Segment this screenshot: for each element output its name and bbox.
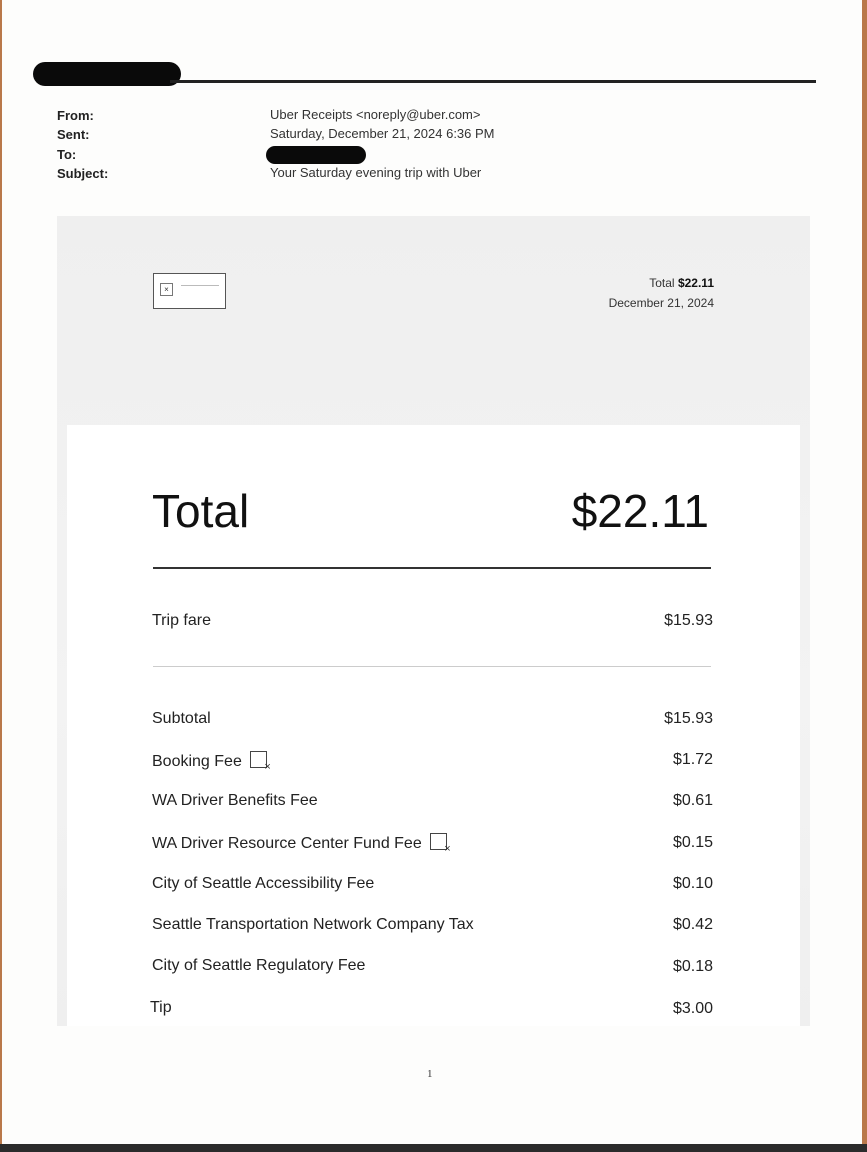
info-icon[interactable] — [429, 833, 451, 855]
page-bottom-edge — [0, 1144, 867, 1152]
banner-date: December 21, 2024 — [608, 296, 714, 310]
line-item-label: Seattle Transportation Network Company T… — [152, 916, 474, 933]
info-icon[interactable] — [249, 751, 271, 773]
line-item-label: City of Seattle Regulatory Fee — [152, 957, 366, 974]
header-rule — [170, 80, 816, 83]
line-item-label: Subtotal — [152, 710, 211, 727]
sent-label: Sent: — [57, 127, 90, 142]
redacted-header-name — [33, 62, 181, 86]
line-item-amount: $15.93 — [664, 710, 713, 727]
total-amount: $22.11 — [571, 485, 709, 537]
line-item-amount: $3.00 — [672, 1000, 713, 1017]
line-item-amount: $1.72 — [672, 751, 713, 768]
fare-divider — [153, 666, 711, 667]
line-item-amount: $0.18 — [672, 958, 713, 975]
line-item-amount: $0.10 — [672, 875, 713, 892]
banner-total: Total $22.11 — [649, 276, 714, 290]
line-item-amount: $0.42 — [672, 916, 713, 933]
trip-fare-label: Trip fare — [152, 612, 211, 629]
line-item-amount: $0.61 — [672, 792, 713, 809]
subject-value: Your Saturday evening trip with Uber — [270, 165, 482, 180]
line-item-label: Booking Fee — [152, 751, 271, 773]
from-label: From: — [57, 108, 94, 123]
line-item-label: WA Driver Benefits Fee — [152, 792, 318, 809]
line-item-amount: $0.15 — [672, 834, 713, 851]
broken-image-x-icon: × — [160, 283, 173, 296]
trip-fare-amount: $15.93 — [664, 612, 713, 629]
line-item-label: Tip — [150, 999, 172, 1016]
redacted-recipient — [266, 146, 366, 164]
subject-label: Subject: — [57, 166, 109, 181]
banner-total-prefix: Total — [649, 276, 675, 290]
to-label: To: — [57, 147, 77, 162]
total-label: Total — [152, 485, 250, 537]
page-number: 1 — [427, 1068, 433, 1080]
line-item-label: City of Seattle Accessibility Fee — [152, 875, 375, 892]
sent-value: Saturday, December 21, 2024 6:36 PM — [270, 126, 495, 141]
line-item-label: WA Driver Resource Center Fund Fee — [152, 833, 451, 855]
broken-image-icon: × — [153, 273, 226, 309]
from-value: Uber Receipts <noreply@uber.com> — [270, 107, 481, 122]
banner-total-amount: $22.11 — [677, 276, 714, 290]
total-divider — [153, 567, 711, 569]
